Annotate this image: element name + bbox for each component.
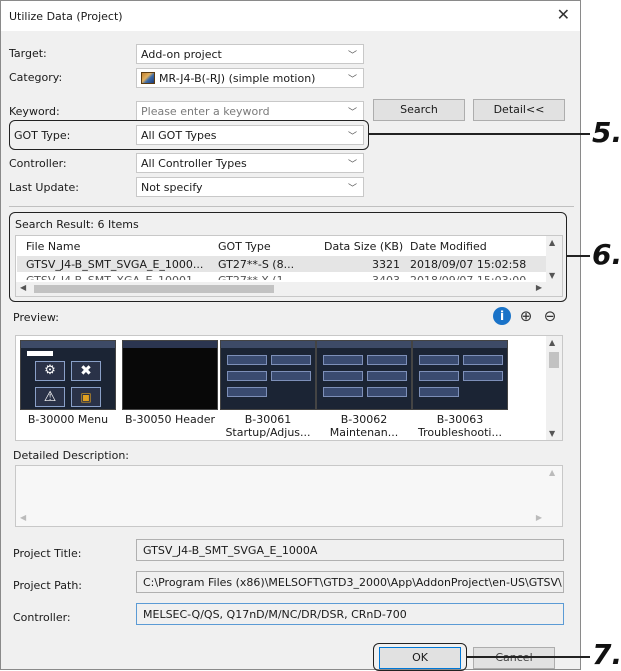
table-cell: 3403	[372, 274, 400, 280]
controller-detail-label: Controller:	[13, 611, 71, 624]
callout-leader-7	[466, 656, 590, 658]
preview-caption: B-30062 Maintenan...	[329, 413, 399, 439]
scroll-down-icon[interactable]: ▼	[549, 271, 555, 280]
keyword-label: Keyword:	[9, 105, 60, 118]
scroll-up-icon[interactable]: ▲	[549, 238, 555, 247]
category-value: MR-J4-B(-RJ) (simple motion)	[159, 72, 316, 85]
scroll-left-icon[interactable]: ◀	[20, 283, 26, 292]
project-title-label: Project Title:	[13, 547, 82, 560]
callout-number-5: 5.	[592, 116, 621, 149]
column-header-date-modified[interactable]: Date Modified	[410, 240, 487, 253]
controller-select[interactable]: All Controller Types ﹀	[136, 153, 364, 173]
preview-thumbnail[interactable]	[220, 340, 316, 410]
callout-number-6: 6.	[592, 238, 621, 271]
close-icon[interactable]: ✕	[557, 5, 570, 24]
table-cell: GT27**-X (1...	[218, 274, 294, 280]
project-path-value: C:\Program Files (x86)\MELSOFT\GTD3_2000…	[143, 576, 562, 589]
scroll-right-icon[interactable]: ▶	[536, 513, 542, 522]
table-cell: 2018/09/07 15:03:00	[410, 274, 526, 280]
column-header-data-size[interactable]: Data Size (KB)	[324, 240, 403, 253]
table-cell: GT27**-S (8...	[218, 258, 295, 271]
target-value: Add-on project	[141, 48, 222, 61]
search-button[interactable]: Search	[373, 99, 465, 121]
callout-box-5	[9, 120, 369, 150]
chevron-down-icon: ﹀	[347, 184, 357, 194]
preview-thumbnail[interactable]	[412, 340, 508, 410]
result-vertical-scrollbar[interactable]: ▲ ▼	[546, 236, 562, 282]
preview-caption: B-30050 Header	[124, 413, 216, 426]
project-title-value: GTSV_J4-B_SMT_SVGA_E_1000A	[143, 544, 318, 557]
target-label: Target:	[9, 47, 47, 60]
preview-thumbnail[interactable]	[122, 340, 218, 410]
description-label: Detailed Description:	[13, 449, 130, 462]
description-horizontal-scrollbar[interactable]: ◀ ▶	[16, 512, 562, 526]
project-path-label: Project Path:	[13, 579, 83, 592]
scroll-right-icon[interactable]: ▶	[536, 283, 542, 292]
preview-thumbnail[interactable]	[316, 340, 412, 410]
tools-icon: ⚙	[35, 361, 65, 381]
callout-number-7: 7.	[592, 638, 621, 671]
result-horizontal-scrollbar[interactable]: ◀ ▶	[16, 282, 562, 296]
scroll-left-icon[interactable]: ◀	[20, 513, 26, 522]
search-result-list[interactable]: File Name GOT Type Data Size (KB) Date M…	[15, 235, 563, 297]
controller-filter-label: Controller:	[9, 157, 67, 170]
chevron-down-icon: ﹀	[347, 108, 357, 118]
motion-category-icon	[141, 72, 155, 84]
category-label: Category:	[9, 71, 63, 84]
info-icon[interactable]: i	[493, 307, 511, 325]
table-cell: 2018/09/07 15:02:58	[410, 258, 527, 271]
title-bar: Utilize Data (Project) ✕	[1, 1, 580, 31]
controller-detail-value: MELSEC-Q/QS, Q17nD/M/NC/DR/DSR, CRnD-700	[143, 608, 407, 621]
keyword-placeholder: Please enter a keyword	[141, 105, 270, 118]
project-path-field[interactable]: C:\Program Files (x86)\MELSOFT\GTD3_2000…	[136, 571, 564, 593]
callout-box-7	[373, 643, 467, 671]
search-result-summary: Search Result: 6 Items	[15, 218, 139, 231]
table-cell: 3321	[372, 258, 400, 271]
utilize-data-dialog: Utilize Data (Project) ✕ Target: Add-on …	[0, 0, 581, 671]
chevron-down-icon: ﹀	[347, 51, 357, 61]
warning-icon: ⚠	[35, 387, 65, 407]
project-title-field[interactable]: GTSV_J4-B_SMT_SVGA_E_1000A	[136, 539, 564, 561]
chevron-down-icon: ﹀	[347, 75, 357, 85]
callout-leader-6	[566, 255, 590, 257]
monitor-icon: ▣	[71, 387, 101, 407]
horizontal-scroll-thumb[interactable]	[34, 285, 274, 293]
last-update-value: Not specify	[141, 181, 203, 194]
wrench-icon: ✖	[71, 361, 101, 381]
chevron-down-icon: ﹀	[347, 160, 357, 170]
cancel-button[interactable]: Cancel	[473, 647, 555, 669]
preview-vertical-scrollbar[interactable]: ▲ ▼	[546, 336, 562, 440]
table-cell: GTSV_J4-B_SMT_XGA_E_10001	[26, 274, 193, 280]
dialog-title: Utilize Data (Project)	[9, 10, 123, 23]
last-update-label: Last Update:	[9, 181, 79, 194]
preview-panel[interactable]: ⚙ ✖ ⚠ ▣ B-30000 Menu B-30050 Header B-30…	[15, 335, 563, 441]
detail-button[interactable]: Detail<<	[473, 99, 565, 121]
category-select[interactable]: MR-J4-B(-RJ) (simple motion) ﹀	[136, 68, 364, 88]
callout-leader-5	[368, 133, 590, 135]
scroll-up-icon[interactable]: ▲	[549, 338, 555, 347]
column-header-file-name[interactable]: File Name	[26, 240, 80, 253]
scroll-down-icon[interactable]: ▼	[549, 429, 555, 438]
target-select[interactable]: Add-on project ﹀	[136, 44, 364, 64]
last-update-select[interactable]: Not specify ﹀	[136, 177, 364, 197]
controller-detail-field[interactable]: MELSEC-Q/QS, Q17nD/M/NC/DR/DSR, CRnD-700	[136, 603, 564, 625]
zoom-in-icon[interactable]: ⊕	[517, 307, 535, 325]
preview-caption: B-30000 Menu	[27, 413, 109, 426]
keyword-input[interactable]: Please enter a keyword ﹀	[136, 101, 364, 121]
controller-filter-value: All Controller Types	[141, 157, 247, 170]
zoom-out-icon[interactable]: ⊖	[541, 307, 559, 325]
preview-label: Preview:	[13, 311, 59, 324]
description-area[interactable]: ▲ ◀ ▶	[15, 465, 563, 527]
preview-caption: B-30063 Troubleshooti...	[418, 413, 502, 439]
scroll-up-icon[interactable]: ▲	[549, 468, 555, 477]
divider	[9, 206, 574, 207]
vertical-scroll-thumb[interactable]	[549, 352, 559, 368]
preview-caption: B-30061 Startup/Adjus...	[225, 413, 311, 439]
table-cell: GTSV_J4-B_SMT_SVGA_E_1000...	[26, 258, 204, 271]
column-header-got-type[interactable]: GOT Type	[218, 240, 271, 253]
preview-thumbnail[interactable]: ⚙ ✖ ⚠ ▣	[20, 340, 116, 410]
